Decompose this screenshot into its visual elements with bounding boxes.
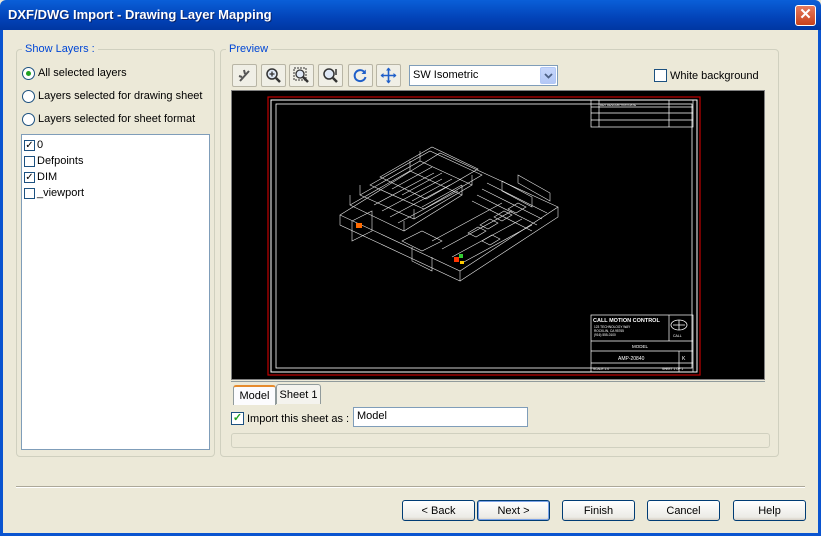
close-button[interactable]: ✕ (795, 5, 816, 26)
white-background-label: White background (670, 69, 759, 82)
title-block-revision: K (682, 356, 686, 362)
drawing-preview[interactable]: REV DESCRIPTION DATE CALL MOTION CONTROL… (231, 90, 765, 380)
layer-name: Defpoints (37, 155, 84, 167)
radio-button[interactable] (22, 112, 35, 126)
tab-sheet-1[interactable]: Sheet 1 (276, 384, 321, 404)
zoom-in-button[interactable] (261, 64, 286, 87)
revision-header: REV DESCRIPTION DATE (600, 103, 636, 107)
radio-drawing-sheet-layers[interactable]: Layers selected for drawing sheet (22, 88, 202, 104)
refresh-icon (353, 69, 367, 83)
show-layers-label: Show Layers : (22, 43, 98, 55)
sheet-border (270, 99, 698, 373)
refresh-button[interactable] (348, 64, 373, 87)
layer-name: DIM (37, 171, 58, 183)
sheet-border-outer (267, 96, 701, 376)
import-sheet-checkbox[interactable]: ✓ (231, 412, 244, 425)
layer-name: _viewport (37, 187, 85, 199)
import-sheet-toggle[interactable]: ✓ Import this sheet as : (231, 412, 349, 425)
radio-button-selected[interactable] (22, 66, 35, 80)
title-block-drawing-number: AMP-20840 (618, 356, 645, 362)
radio-button[interactable] (22, 89, 35, 103)
view-orientation-select[interactable]: SW Isometric (409, 65, 558, 86)
pan-tool-button[interactable] (232, 64, 257, 87)
next-button[interactable]: Next > (477, 500, 550, 521)
tab-label: Sheet 1 (279, 388, 318, 401)
move-icon (380, 67, 397, 84)
title-block-phone: (916) 555-0100 (594, 333, 616, 337)
layer-item-viewport[interactable]: _viewport (24, 185, 84, 201)
title-block-scale: SCALE 1:4 (593, 367, 609, 371)
radio-label: All selected layers (38, 67, 127, 79)
white-background-toggle[interactable]: White background (654, 69, 759, 82)
window-title: DXF/DWG Import - Drawing Layer Mapping (8, 7, 272, 22)
tab-model[interactable]: Model (233, 385, 276, 405)
tab-label: Model (239, 390, 270, 402)
cancel-button[interactable]: Cancel (647, 500, 720, 521)
drawing-preview-canvas: REV DESCRIPTION DATE CALL MOTION CONTROL… (267, 96, 701, 376)
zoom-to-fit-button[interactable] (289, 64, 314, 87)
progress-bar (231, 433, 770, 448)
layer-checkbox-checked[interactable]: ✓ (24, 139, 35, 151)
zoom-area-icon (323, 68, 338, 83)
radio-label: Layers selected for sheet format (38, 113, 196, 125)
radio-all-selected-layers[interactable]: All selected layers (22, 65, 127, 81)
layer-checkbox-checked[interactable]: ✓ (24, 171, 35, 183)
model-yellow-part (460, 261, 464, 264)
zoom-fit-icon (293, 67, 309, 83)
title-block-company: CALL MOTION CONTROL (593, 318, 660, 324)
layer-checkbox[interactable] (24, 155, 35, 167)
view-orientation-value: SW Isometric (413, 69, 479, 81)
layer-name: 0 (37, 139, 44, 151)
import-sheet-label: Import this sheet as : (247, 412, 350, 425)
white-background-checkbox[interactable] (654, 69, 667, 82)
model-red-part (454, 257, 459, 262)
title-block-description: MODEL (632, 344, 649, 349)
radio-label: Layers selected for drawing sheet (38, 90, 203, 102)
help-button[interactable]: Help (733, 500, 806, 521)
title-block-sheet: SHEET 1 OF 1 (662, 367, 683, 371)
title-bar: DXF/DWG Import - Drawing Layer Mapping ✕ (0, 0, 821, 30)
model-green-part (459, 254, 463, 258)
logo-text: CALL (673, 334, 682, 338)
move-button[interactable] (376, 64, 401, 87)
import-sheet-name-field[interactable]: Model (353, 407, 528, 427)
radio-sheet-format-layers[interactable]: Layers selected for sheet format (22, 111, 195, 127)
chevron-down-icon[interactable] (540, 67, 556, 84)
zoom-area-button[interactable] (318, 64, 343, 87)
layer-item-dim[interactable]: ✓ DIM (24, 169, 57, 185)
layer-checkbox[interactable] (24, 187, 35, 199)
zoom-in-icon (266, 68, 281, 83)
back-button[interactable]: < Back (402, 500, 475, 521)
finish-button[interactable]: Finish (562, 500, 635, 521)
preview-label: Preview (226, 43, 272, 55)
layer-item-defpoints[interactable]: Defpoints (24, 153, 83, 169)
pan-icon (238, 69, 250, 82)
layer-item-0[interactable]: ✓ 0 (24, 137, 43, 153)
model-orange-part (356, 223, 362, 228)
layer-list[interactable]: ✓ 0 Defpoints ✓ DIM _viewport (21, 134, 210, 450)
separator (16, 486, 805, 488)
isometric-model (339, 146, 559, 282)
company-logo (670, 319, 688, 331)
